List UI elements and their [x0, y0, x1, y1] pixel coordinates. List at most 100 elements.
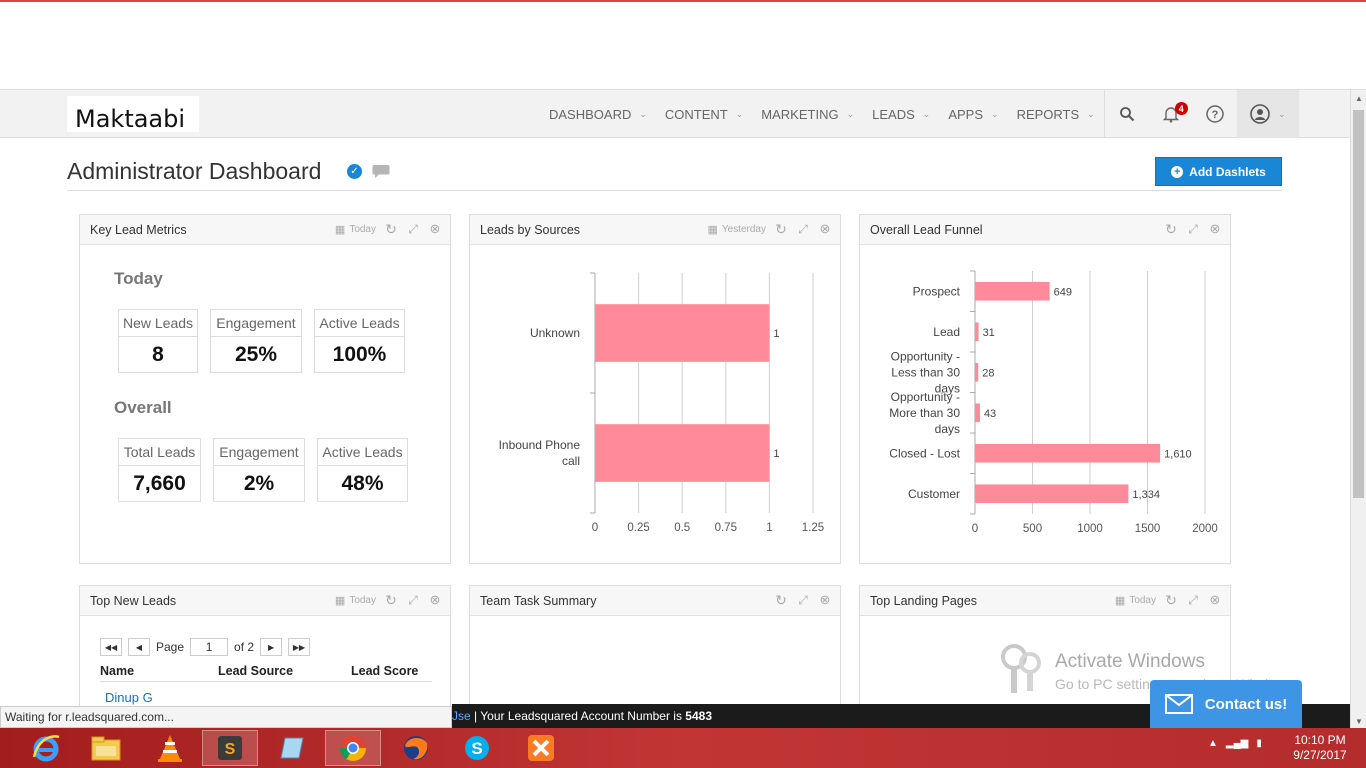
column-header-lead-source[interactable]: Lead Source	[218, 664, 293, 678]
bar	[975, 322, 979, 342]
page-input[interactable]: 1	[190, 638, 229, 656]
x-tick-label: 0.5	[674, 522, 690, 534]
today-heading: Today	[114, 269, 163, 288]
dashlet-title: Team Task Summary	[480, 594, 597, 608]
tray-arrow-icon[interactable]: ▲	[1208, 738, 1218, 749]
vlc-icon	[158, 735, 182, 762]
signal-icon[interactable]: ▂▄▆	[1226, 738, 1248, 749]
expand-icon[interactable]: ⤢	[796, 593, 810, 607]
taskbar-vlc[interactable]	[142, 730, 198, 766]
brand-logo[interactable]: Maktaabi	[67, 96, 199, 132]
nav-dashboard[interactable]: DASHBOARD ⌄	[540, 90, 656, 138]
account-number-text: | Your Leadsquared Account Number is	[474, 709, 682, 723]
plus-circle-icon: +	[1171, 165, 1184, 178]
skype-icon: S	[465, 736, 489, 760]
refresh-icon[interactable]: ↻	[774, 221, 788, 237]
nav-reports[interactable]: REPORTS ⌄	[1008, 90, 1104, 138]
battery-icon[interactable]: ▮	[1256, 738, 1262, 749]
internet-explorer-icon	[32, 735, 60, 762]
taskbar-file-explorer[interactable]	[78, 730, 134, 766]
close-icon[interactable]: ⊗	[818, 221, 832, 236]
nav-reports-label: REPORTS	[1016, 106, 1080, 122]
bar	[975, 443, 1161, 463]
expand-icon[interactable]: ⤢	[406, 593, 420, 607]
first-page-icon[interactable]: ◀◀	[100, 638, 122, 656]
period-selector[interactable]: ▦ Today	[1115, 594, 1156, 607]
taskbar-notepad[interactable]	[265, 730, 321, 766]
close-icon[interactable]: ⊗	[1208, 592, 1222, 607]
dashlet-tools: ▦ Yesterday ↻ ⤢ ⊗	[707, 221, 832, 237]
close-icon[interactable]: ⊗	[1208, 221, 1222, 236]
category-label: Opportunity -	[891, 390, 960, 404]
taskbar-firefox[interactable]	[388, 730, 444, 766]
refresh-icon[interactable]: ↻	[1164, 592, 1178, 608]
chevron-down-icon: ⌄	[991, 108, 999, 119]
help-button[interactable]: ?	[1193, 90, 1237, 138]
data-label: 1	[773, 448, 779, 460]
column-header-lead-score[interactable]: Lead Score	[351, 664, 418, 678]
scroll-up-arrow-icon[interactable]: ▲	[1351, 94, 1366, 103]
last-page-icon[interactable]: ▶▶	[288, 638, 311, 656]
prev-page-icon[interactable]: ◀	[128, 638, 150, 656]
close-icon[interactable]: ⊗	[818, 592, 832, 607]
refresh-icon[interactable]: ↻	[384, 221, 398, 237]
x-tick-label: 0	[972, 523, 978, 535]
column-header-name[interactable]: Name	[100, 664, 134, 678]
overall-heading: Overall	[114, 398, 172, 417]
expand-icon[interactable]: ⤢	[1186, 222, 1200, 236]
close-icon[interactable]: ⊗	[428, 221, 442, 236]
metric-active-leads-today: Active Leads 100%	[314, 309, 405, 373]
search-button[interactable]	[1105, 90, 1149, 138]
expand-icon[interactable]: ⤢	[406, 222, 420, 236]
nav-marketing[interactable]: MARKETING ⌄	[752, 90, 863, 138]
user-avatar-icon	[1250, 104, 1270, 124]
taskbar-internet-explorer[interactable]	[18, 730, 74, 766]
metric-active-leads-overall: Active Leads 48%	[317, 438, 408, 502]
calendar-icon: ▦	[334, 594, 346, 607]
nav-apps[interactable]: APPS ⌄	[939, 90, 1007, 138]
scroll-thumb[interactable]	[1353, 110, 1364, 498]
metric-engagement-today: Engagement 25%	[210, 309, 302, 373]
bar	[975, 281, 1050, 301]
data-label: 43	[984, 408, 996, 420]
nav-leads-label: LEADS	[872, 106, 915, 122]
system-clock[interactable]: 10:10 PM 9/27/2017	[1285, 733, 1355, 763]
expand-icon[interactable]: ⤢	[1186, 593, 1200, 607]
bar	[595, 304, 770, 362]
nav-menu: DASHBOARD ⌄ CONTENT ⌄ MARKETING ⌄ LEADS ⌄ AP…	[540, 90, 1299, 138]
period-selector[interactable]: ▦ Today	[335, 223, 376, 236]
close-icon[interactable]: ⊗	[428, 592, 442, 607]
taskbar-xampp[interactable]	[513, 730, 569, 766]
period-selector[interactable]: ▦ Yesterday	[707, 223, 766, 236]
refresh-icon[interactable]: ↻	[384, 592, 398, 608]
refresh-icon[interactable]: ↻	[774, 592, 788, 608]
contact-us-button[interactable]: Contact us!	[1150, 680, 1302, 728]
period-selector[interactable]: ▦ Today	[335, 594, 376, 607]
scroll-down-arrow-icon[interactable]: ▼	[1351, 717, 1366, 726]
user-menu-button[interactable]: ⌄	[1236, 90, 1299, 138]
nav-content-label: CONTENT	[664, 106, 728, 122]
page-scrollbar[interactable]: ▲ ▼	[1350, 90, 1366, 730]
comment-icon[interactable]	[372, 164, 390, 179]
notifications-button[interactable]: 4	[1149, 90, 1193, 138]
top-new-leads-dashlet: Top New Leads ▦ Today ↻ ⤢ ⊗ ◀◀ ◀ Page 1 o…	[79, 585, 451, 710]
bar	[975, 362, 979, 382]
nav-leads[interactable]: LEADS ⌄	[863, 90, 939, 138]
browser-status-bar: Waiting for r.leadsquared.com...	[0, 706, 452, 728]
refresh-icon[interactable]: ↻	[1164, 221, 1178, 237]
taskbar-sublime-text[interactable]: S	[202, 730, 258, 766]
taskbar-skype[interactable]: S	[449, 730, 505, 766]
page-header: Administrator Dashboard ✓ + Add Dashlets	[67, 156, 1282, 191]
expand-icon[interactable]: ⤢	[796, 222, 810, 236]
dashlet-title: Top Landing Pages	[870, 594, 978, 608]
dashlet-tools: ▦ Today ↻ ⤢ ⊗	[1115, 592, 1222, 608]
truncated-link[interactable]: Jse	[452, 709, 471, 723]
lead-name-link[interactable]: Dinup G	[105, 690, 153, 705]
calendar-icon: ▦	[707, 223, 718, 236]
taskbar-chrome[interactable]	[325, 730, 381, 766]
next-page-icon[interactable]: ▶	[260, 638, 283, 656]
calendar-icon: ▦	[334, 223, 346, 236]
add-dashlets-button[interactable]: + Add Dashlets	[1155, 157, 1282, 186]
data-label: 1	[773, 328, 779, 340]
nav-content[interactable]: CONTENT ⌄	[656, 90, 752, 138]
